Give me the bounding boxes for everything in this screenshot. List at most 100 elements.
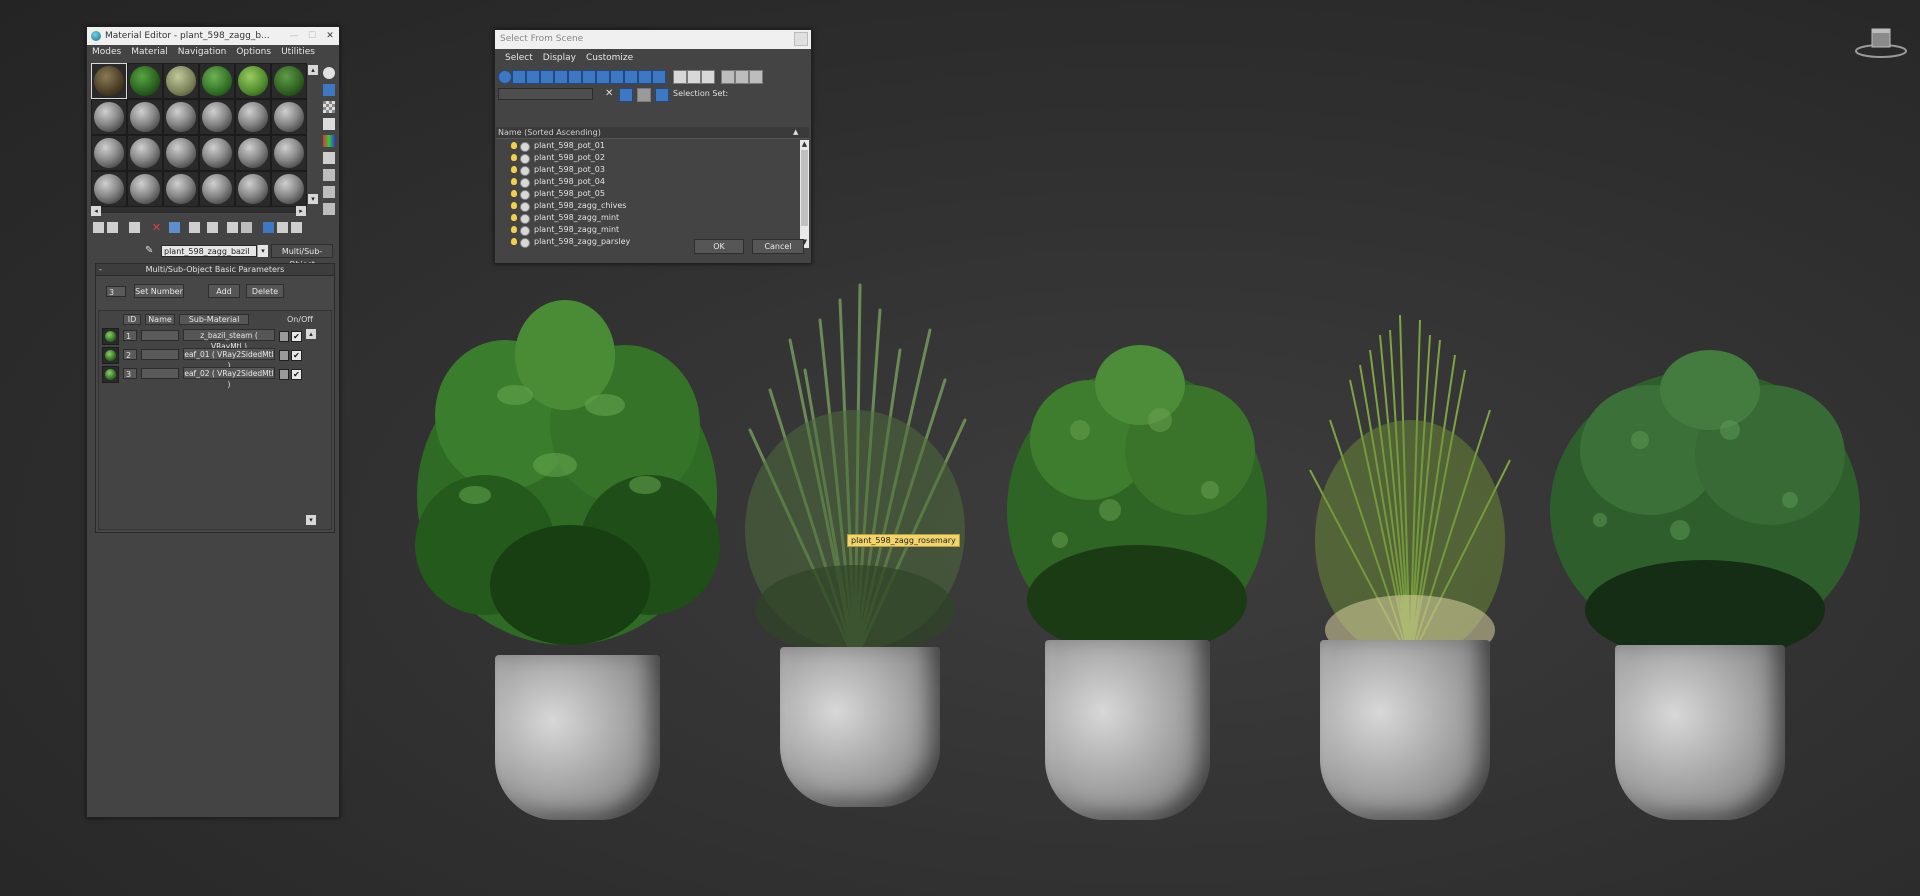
column-sub-material[interactable]: Sub-Material (179, 314, 249, 325)
select-by-material-icon[interactable] (323, 186, 335, 198)
list-item[interactable]: plant_598_zagg_mint (496, 224, 798, 236)
plant-rosemary[interactable] (730, 280, 980, 825)
light-bulb-icon[interactable] (511, 178, 517, 185)
sample-slot-20[interactable] (127, 171, 163, 207)
sample-slot-5[interactable] (235, 63, 271, 99)
filter-groups-icon[interactable] (582, 70, 596, 84)
ok-button[interactable]: OK (694, 239, 744, 254)
submaterial-color-2[interactable] (279, 350, 289, 361)
submaterial-id-3[interactable]: 3 (123, 368, 137, 379)
slots-scroll-down-icon[interactable]: ▾ (308, 194, 318, 204)
plant-parsley[interactable] (1000, 340, 1275, 830)
sample-slot-24[interactable] (271, 171, 307, 207)
assign-material-icon[interactable] (129, 222, 140, 233)
plant-mint[interactable] (1540, 340, 1870, 830)
list-item[interactable]: plant_598_pot_05 (496, 188, 798, 200)
count-field[interactable]: 3 (106, 286, 126, 297)
filter-lights-icon[interactable] (526, 70, 540, 84)
light-bulb-icon[interactable] (511, 166, 517, 173)
sample-slot-14[interactable] (127, 135, 163, 171)
submaterial-swatch-2[interactable] (102, 347, 119, 364)
slots-scroll-up-icon[interactable]: ▴ (308, 65, 318, 75)
cancel-button[interactable]: Cancel (752, 239, 804, 254)
list-item[interactable]: plant_598_pot_02 (496, 152, 798, 164)
go-forward-sibling-icon[interactable] (277, 222, 288, 233)
show-shaded-material-icon[interactable] (227, 222, 238, 233)
material-editor-titlebar[interactable]: Material Editor - plant_598_zagg_b... — … (87, 27, 339, 45)
pick-material-icon[interactable] (291, 222, 302, 233)
menu-material[interactable]: Material (126, 47, 173, 57)
sample-slot-1[interactable] (91, 63, 127, 99)
light-bulb-icon[interactable] (511, 142, 517, 149)
submaterial-name-1[interactable] (141, 330, 179, 341)
submaterial-id-2[interactable]: 2 (123, 349, 137, 360)
submaterial-on-2[interactable]: ✔ (291, 350, 302, 361)
sample-slot-22[interactable] (199, 171, 235, 207)
filter-shapes-icon[interactable] (512, 70, 526, 84)
light-bulb-icon[interactable] (511, 202, 517, 209)
set-number-button[interactable]: Set Number (134, 284, 184, 298)
column-name-sorted[interactable]: Name (Sorted Ascending) (496, 127, 809, 139)
slots-scroll-left-icon[interactable]: ◂ (91, 206, 101, 216)
sample-slot-7[interactable] (91, 99, 127, 135)
filter-geometry-icon[interactable] (498, 70, 512, 84)
menu-modes[interactable]: Modes (87, 47, 126, 57)
go-to-parent-icon[interactable] (263, 222, 274, 233)
add-button[interactable]: Add (208, 284, 240, 298)
submaterial-id-1[interactable]: 1 (123, 330, 137, 341)
eyedropper-icon[interactable]: ✎ (145, 246, 155, 256)
list-scroll-up-icon[interactable]: ▴ (306, 329, 316, 339)
layer-icon[interactable] (637, 88, 651, 102)
sample-slot-10[interactable] (199, 99, 235, 135)
filter-containers-icon[interactable] (624, 70, 638, 84)
list-item[interactable]: plant_598_pot_04 (496, 176, 798, 188)
sample-slot-17[interactable] (235, 135, 271, 171)
material-type-button[interactable]: Multi/Sub-Object (271, 244, 333, 269)
sample-uv-tiling-icon[interactable] (323, 118, 335, 130)
selection-set-icon[interactable] (655, 88, 669, 102)
sample-slot-3[interactable] (163, 63, 199, 99)
submaterial-name-3[interactable] (141, 368, 179, 379)
menu-navigation[interactable]: Navigation (173, 47, 232, 57)
close-icon[interactable]: ✕ (321, 31, 339, 41)
list-scroll-down-icon[interactable]: ▾ (306, 515, 316, 525)
list-item[interactable]: plant_598_pot_03 (496, 164, 798, 176)
put-to-library-icon[interactable] (189, 222, 200, 233)
scroll-up-icon[interactable]: ▲ (800, 140, 809, 149)
get-material-icon[interactable] (93, 222, 104, 233)
material-id-channel-icon[interactable] (207, 222, 218, 233)
sample-slot-9[interactable] (163, 99, 199, 135)
sample-slot-4[interactable] (199, 63, 235, 99)
material-name-dropdown-icon[interactable]: ▾ (257, 245, 268, 257)
filter-frozen-icon[interactable] (638, 70, 652, 84)
sample-slot-12[interactable] (271, 99, 307, 135)
material-name-field[interactable]: plant_598_zagg_bazil (161, 245, 257, 257)
sample-slot-15[interactable] (163, 135, 199, 171)
sample-slot-19[interactable] (91, 171, 127, 207)
video-color-check-icon[interactable] (323, 135, 335, 147)
select-all-icon[interactable] (673, 70, 687, 84)
submaterial-on-3[interactable]: ✔ (291, 369, 302, 380)
submaterial-swatch-1[interactable] (102, 328, 119, 345)
rollout-header[interactable]: - Multi/Sub-Object Basic Parameters (96, 264, 334, 276)
clear-search-icon[interactable]: ✕ (605, 88, 615, 100)
maximize-icon[interactable]: ☐ (303, 31, 321, 41)
light-bulb-icon[interactable] (511, 214, 517, 221)
search-input[interactable] (498, 88, 593, 100)
list-item[interactable]: plant_598_zagg_chives (496, 200, 798, 212)
sample-slot-11[interactable] (235, 99, 271, 135)
light-bulb-icon[interactable] (511, 154, 517, 161)
submaterial-button-2[interactable]: eaf_01 ( VRay2SidedMtl ) (183, 348, 275, 370)
column-name[interactable]: Name (145, 314, 175, 325)
filter-xrefs-icon[interactable] (596, 70, 610, 84)
submaterial-swatch-3[interactable] (102, 366, 119, 383)
sample-slot-23[interactable] (235, 171, 271, 207)
plant-chives[interactable] (1290, 310, 1530, 830)
light-bulb-icon[interactable] (511, 238, 517, 245)
scroll-thumb[interactable] (801, 150, 808, 226)
list-scrollbar[interactable]: ▲ ▼ (800, 140, 809, 248)
make-unique-icon[interactable] (169, 222, 180, 233)
sample-slot-13[interactable] (91, 135, 127, 171)
make-preview-icon[interactable] (323, 152, 335, 164)
filter-hidden-icon[interactable] (652, 70, 666, 84)
